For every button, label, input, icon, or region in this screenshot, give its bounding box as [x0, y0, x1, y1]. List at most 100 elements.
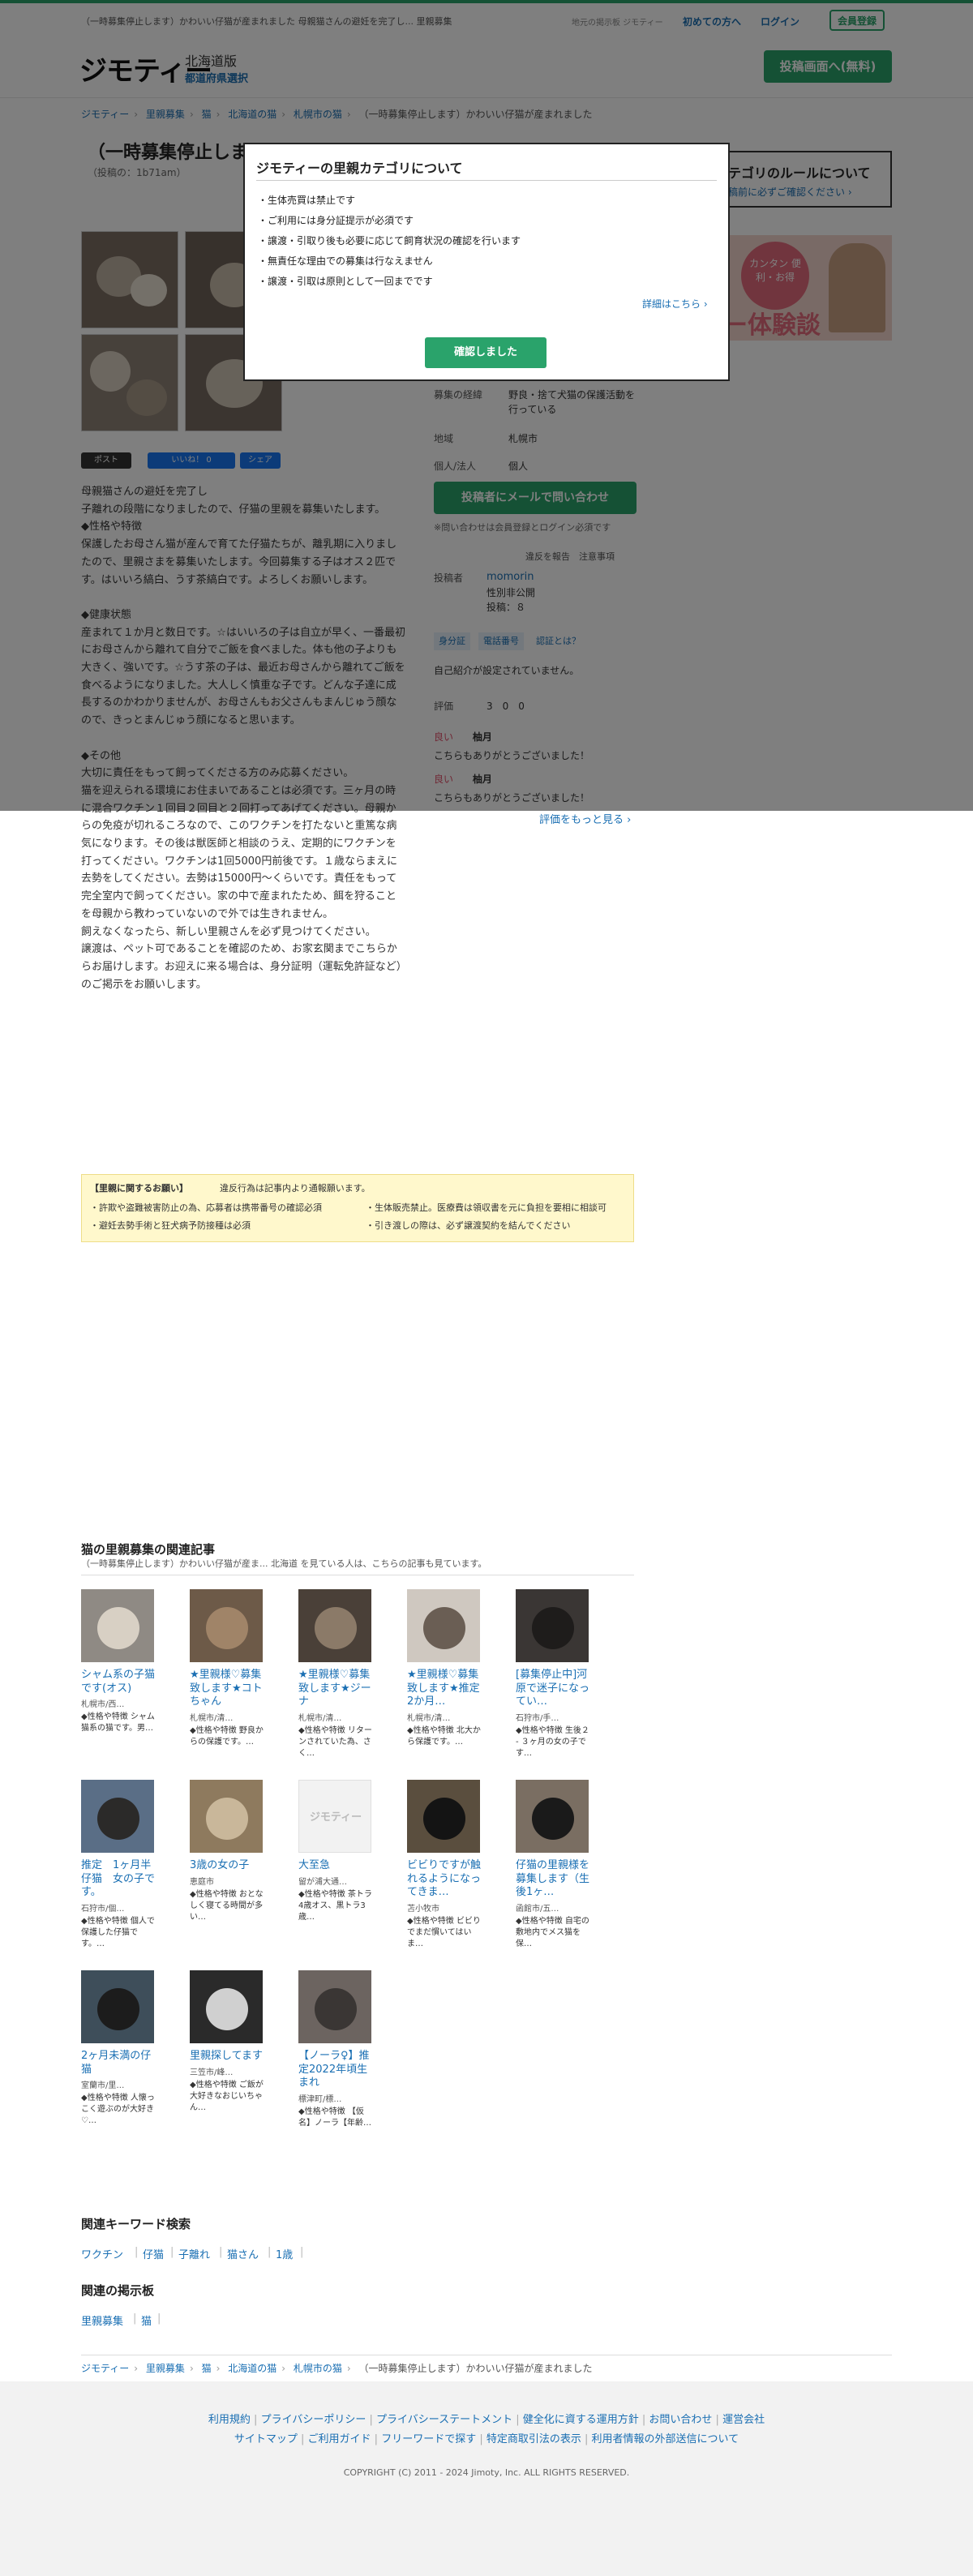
breadcrumb-item[interactable]: 札幌市の猫 — [294, 2363, 342, 2374]
related-card-title[interactable]: 3歳の女の子 — [190, 1859, 266, 1873]
related-card-location: 苫小牧市 — [407, 1904, 439, 1914]
site-footer: 利用規約 | プライバシーポリシー | プライバシーステートメント | 健全化に… — [0, 2381, 973, 2576]
category-info-modal: ジモティーの里親カテゴリについて ・生体売買は禁止です ・ご利用には身分証提示が… — [243, 143, 730, 381]
cat-photo-shape — [97, 1988, 139, 2030]
related-card-snippet: ◆性格や特徴 北大から保護です。… — [407, 1725, 481, 1747]
related-card-image[interactable] — [190, 1970, 263, 2043]
keyword-link[interactable]: 1歳 — [276, 2246, 293, 2261]
related-card-snippet: ◆性格や特徴 【仮名】ノーラ【年齢… — [298, 2107, 371, 2128]
notice-item: ・生体販売禁止。医療費は領収書を元に負担を要相に相談可 — [366, 1202, 607, 1213]
breadcrumb-item[interactable]: 猫 — [202, 2363, 212, 2374]
related-card-image[interactable]: ジモティー — [298, 1780, 371, 1853]
related-card-image[interactable] — [81, 1589, 154, 1662]
related-card-snippet: ◆性格や特徴 おとなしく寝てる時間が多い… — [190, 1889, 264, 1922]
related-card-snippet: ◆性格や特徴 ご飯が大好きなおじいちゃん… — [190, 2080, 264, 2112]
cat-photo-shape — [423, 1798, 465, 1840]
modal-backdrop[interactable] — [0, 0, 973, 811]
breadcrumb-bottom: ジモティー › 里親募集 › 猫 › 北海道の猫 › 札幌市の猫 › （一時募集停止します… — [81, 2363, 593, 2374]
board-link[interactable]: 猫 — [141, 2312, 152, 2328]
modal-confirm-button[interactable]: 確認しました — [425, 337, 547, 368]
keyword-link[interactable]: 子離れ — [178, 2246, 210, 2261]
breadcrumb-item[interactable]: ジモティー — [81, 2363, 129, 2374]
footer-link[interactable]: 利用規約 — [208, 2414, 251, 2426]
cat-photo-shape — [423, 1607, 465, 1649]
board-link[interactable]: 里親募集 — [81, 2312, 123, 2328]
notice-note: 違反行為は記事内より通報願います。 — [220, 1183, 371, 1194]
related-section-title: 猫の里親募集の関連記事 — [81, 1542, 216, 1557]
modal-divider — [256, 180, 717, 181]
related-card-image[interactable] — [190, 1589, 263, 1662]
modal-title: ジモティーの里親カテゴリについて — [256, 161, 463, 176]
related-card-snippet: ◆性格や特徴 茶トラ4歳オス、黒トラ3歳… — [298, 1889, 372, 1922]
related-card-image[interactable] — [516, 1589, 589, 1662]
breadcrumb-item[interactable]: 北海道の猫 — [228, 2363, 276, 2374]
related-card-location: 札幌市/清… — [407, 1713, 451, 1723]
related-card-location: 石狩市/手… — [516, 1713, 559, 1723]
related-card-snippet: ◆性格や特徴 人懐っこく遊ぶのが大好き♡… — [81, 2094, 155, 2125]
footer-link[interactable]: お問い合わせ — [649, 2414, 712, 2426]
related-card-image[interactable] — [81, 1970, 154, 2043]
keyword-link[interactable]: 仔猫 — [143, 2246, 164, 2261]
related-card-title[interactable]: [募集停止中]河原で迷子になってい… — [516, 1669, 592, 1709]
cat-photo-shape — [532, 1798, 574, 1840]
footer-link[interactable]: プライバシーステートメント — [376, 2414, 512, 2426]
related-card-image[interactable] — [516, 1780, 589, 1853]
related-card-location: 標津町/標… — [298, 2094, 342, 2104]
related-card-title[interactable]: 【ノーラ♀】推定2022年頃生まれ — [298, 2050, 375, 2090]
related-card-location: 札幌市/西… — [81, 1700, 125, 1709]
breadcrumb-item[interactable]: 里親募集 — [146, 2363, 185, 2374]
footer-link[interactable]: フリーワードで探す — [381, 2433, 476, 2445]
related-card-title[interactable]: ビビりですが触れるようになってきま… — [407, 1859, 483, 1900]
related-card-title[interactable]: 推定 1ヶ月半 仔猫 女の子です。 — [81, 1859, 161, 1900]
cat-photo-shape — [97, 1798, 139, 1840]
related-card-snippet: ◆性格や特徴 個人で保護した仔猫です。… — [81, 1916, 155, 1948]
notice-item: ・許欺や盗難被害防止の為、応募者は携帯番号の確認必須 — [90, 1202, 322, 1213]
related-card-title[interactable]: 大至急 — [298, 1859, 375, 1873]
modal-details-link[interactable]: 詳細はこちら › — [642, 297, 708, 311]
footer-link[interactable]: 特定商取引法の表示 — [486, 2433, 581, 2445]
related-card-image[interactable] — [298, 1970, 371, 2043]
cat-photo-shape — [206, 1798, 248, 1840]
related-card-location: 留が浦大通… — [298, 1877, 347, 1887]
related-card-snippet: ◆性格や特徴 シャム猫系の猫です。男… — [81, 1712, 155, 1733]
related-section-subtitle: （一時募集停止します）かわいい仔猫が産ま... 北海道 を見ている人は、こちらの… — [81, 1557, 634, 1575]
related-card-title[interactable]: 里親探してます — [190, 2050, 266, 2064]
related-card-snippet: ◆性格や特徴 生後２ - ３ヶ月の女の子です… — [516, 1725, 589, 1758]
modal-rule-item: ・譲渡・引取は原則として一回までです — [258, 276, 433, 287]
footer-link[interactable]: 健全化に資する運用方針 — [523, 2414, 639, 2426]
related-card-location: 室蘭市/里… — [81, 2081, 125, 2090]
related-card-image[interactable] — [407, 1589, 480, 1662]
footer-link[interactable]: 運営会社 — [722, 2414, 765, 2426]
footer-link[interactable]: ご利用ガイド — [308, 2433, 371, 2445]
more-reviews-link[interactable]: 評価をもっと見る › — [539, 811, 631, 826]
related-card-title[interactable]: シャム系の子猫です(オス) — [81, 1669, 157, 1695]
related-card-image[interactable] — [190, 1780, 263, 1853]
related-card-snippet: ◆性格や特徴 リターンされていた為、さく… — [298, 1725, 372, 1758]
adoption-notice-box: 【里親に関するお願い】 違反行為は記事内より通報願います。 ・許欺や盗難被害防止… — [81, 1174, 634, 1242]
keyword-section-title: 関連キーワード検索 — [81, 2217, 191, 2231]
related-card-location: 札幌市/清… — [190, 1713, 234, 1723]
cat-photo-shape — [97, 1607, 139, 1649]
breadcrumb-current: （一時募集停止します）かわいい仔猫が産まれました — [358, 2363, 593, 2374]
related-card-title[interactable]: ★里親様♡募集致します★推定2か月… — [407, 1669, 483, 1709]
notice-item: ・引き渡しの際は、必ず譲渡契約を結んでください — [366, 1220, 571, 1231]
footer-link[interactable]: プライバシーポリシー — [261, 2414, 366, 2426]
placeholder-logo: ジモティー — [309, 1811, 362, 1824]
keyword-link[interactable]: ワクチン — [81, 2246, 123, 2261]
related-card-image[interactable] — [407, 1780, 480, 1853]
related-card-title[interactable]: 仔猫の里親様を募集します（生後1ヶ… — [516, 1859, 592, 1900]
related-card-image[interactable] — [81, 1780, 154, 1853]
cat-photo-shape — [315, 1988, 357, 2030]
modal-rule-item: ・生体売買は禁止です — [258, 195, 356, 206]
related-card-location: 函館市/五… — [516, 1904, 559, 1914]
footer-links-row2: サイトマップ | ご利用ガイド | フリーワードで探す | 特定商取引法の表示 … — [234, 2433, 739, 2445]
related-card-snippet: ◆性格や特徴 ビビりでまだ慣いてはいま… — [407, 1916, 481, 1948]
footer-link[interactable]: サイトマップ — [234, 2433, 298, 2445]
related-card-title[interactable]: ★里親様♡募集致します★コトちゃん — [190, 1669, 266, 1709]
footer-link[interactable]: 利用者情報の外部送信について — [592, 2433, 739, 2445]
related-card-title[interactable]: ★里親様♡募集致します★ジーナ — [298, 1669, 375, 1709]
related-card-image[interactable] — [298, 1589, 371, 1662]
related-card-title[interactable]: 2ヶ月未満の仔猫 — [81, 2050, 157, 2077]
cat-photo-shape — [315, 1607, 357, 1649]
keyword-link[interactable]: 猫さん — [227, 2246, 259, 2261]
